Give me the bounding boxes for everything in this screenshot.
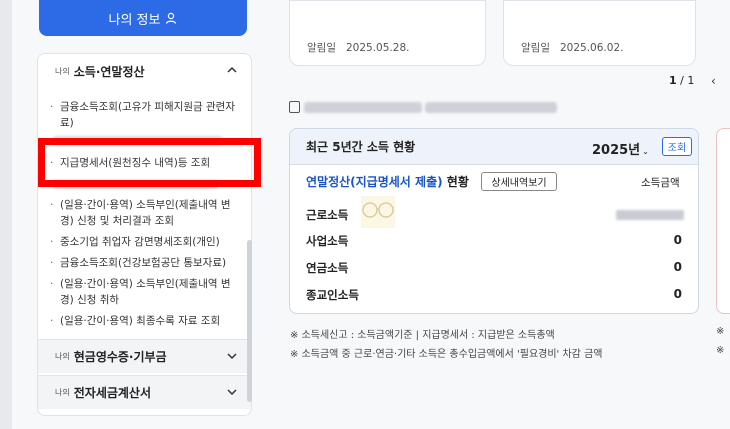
notice-date-value: 2025.06.02.	[560, 42, 624, 54]
watermark-logo	[360, 195, 396, 241]
section-prefix: 나의	[55, 388, 70, 397]
income-card-title: 최근 5년간 소득 현황	[306, 140, 416, 154]
chevron-left-icon[interactable]: ‹	[711, 74, 716, 88]
left-edge-strip	[0, 0, 12, 429]
adjacent-card[interactable]	[716, 128, 730, 314]
blurred-title	[425, 102, 557, 113]
income-row-value: 0	[673, 260, 682, 274]
my-info-button[interactable]: 나의 정보	[39, 0, 247, 36]
chevron-down-icon: ⌄	[642, 147, 649, 156]
page: 나의 정보 나의 소득·연말정산 금융소득조회(고유가 피해지원금 관련자료) …	[0, 0, 730, 429]
section-title: 전자세금계산서	[73, 386, 152, 400]
income-row-label: 종교인소득	[306, 288, 359, 302]
notice-card[interactable]: 알림일 2025.05.28.	[289, 0, 486, 66]
section-prefix: 나의	[55, 352, 70, 361]
footnote: ※ 소득금액 중 근로·연금·기타 소득은 총수입금액에서 '필요경비' 차감 …	[290, 349, 603, 360]
notice-date: 알림일 2025.06.02.	[521, 40, 623, 55]
year-value: 2025년	[592, 143, 641, 158]
section-cash-receipt-header[interactable]: 나의 현금영수증·기부금	[38, 339, 251, 373]
detail-view-button[interactable]: 상세내역보기	[481, 172, 557, 191]
blurred-title	[304, 102, 422, 113]
sidebar-menu-panel: 나의 소득·연말정산 금융소득조회(고유가 피해지원금 관련자료) 지급명세서(…	[37, 53, 252, 416]
menu-item-health-insurance-income[interactable]: 금융소득조회(건강보험공단 통보자료)	[50, 255, 238, 271]
section-title: 현금영수증·기부금	[73, 350, 167, 364]
menu-item-income-denial-request[interactable]: (일용·간이·용역) 소득부인(제출내역 변경) 신청 및 처리결과 조회	[50, 197, 238, 229]
footnote: ※ 소득세신고 : 소득금액기준 | 지급명세서 : 지급받은 소득총액	[290, 330, 555, 341]
document-icon	[289, 101, 300, 113]
year-end-title: 연말정산(지급명세서 제출) 현황	[306, 173, 469, 190]
my-info-label: 나의 정보	[108, 12, 161, 28]
income-row-label: 근로소득	[306, 208, 349, 222]
income-row-value: 0	[673, 287, 682, 301]
section-e-tax-invoice-header[interactable]: 나의 전자세금계산서	[38, 375, 251, 409]
user-icon	[166, 12, 177, 24]
income-row-value: 0	[673, 233, 682, 247]
menu-item-final-records[interactable]: (일용·간이·용역) 최종수록 자료 조회	[50, 313, 238, 329]
section-prefix: 나의	[55, 66, 70, 76]
chevron-down-icon	[227, 389, 237, 396]
menu-item-sme-reduction[interactable]: 중소기업 취업자 감면명세조회(개인)	[50, 234, 238, 250]
notice-date-value: 2025.05.28.	[346, 42, 410, 54]
menu-item-income-denial-cancel[interactable]: (일용·간이·용역) 소득부인(제출내역 변경) 신청 취하	[50, 276, 238, 308]
notice-date: 알림일 2025.05.28.	[307, 40, 409, 55]
sidebar: 나의 정보 나의 소득·연말정산 금융소득조회(고유가 피해지원금 관련자료) …	[37, 0, 252, 429]
notice-card[interactable]: 알림일 2025.06.02.	[503, 0, 696, 66]
side-footnote: ※	[716, 345, 725, 356]
amount-column-header: 소득금액	[641, 177, 680, 189]
section-title: 소득·연말정산	[73, 64, 145, 79]
year-select[interactable]: 2025년 ⌄	[592, 139, 649, 158]
chevron-down-icon	[227, 353, 237, 360]
chevron-up-icon	[227, 66, 237, 73]
menu-item-financial-income[interactable]: 금융소득조회(고유가 피해지원금 관련자료)	[50, 99, 238, 131]
side-footnote: ※	[716, 326, 725, 337]
notice-date-label: 알림일	[521, 42, 550, 54]
sidebar-scrollbar[interactable]	[247, 240, 252, 402]
notice-date-label: 알림일	[307, 42, 336, 54]
income-status-card: 최근 5년간 소득 현황 2025년 ⌄ 조회 연말정산(지급명세서 제출) 현황…	[289, 128, 699, 314]
lookup-button[interactable]: 조회	[662, 137, 692, 156]
page-total: 1	[687, 74, 695, 87]
income-row-label: 연금소득	[306, 261, 349, 275]
blurred-income-value	[616, 210, 684, 220]
page-current: 1	[669, 74, 677, 87]
section-income-header[interactable]: 나의 소득·연말정산	[38, 54, 251, 88]
income-row-label: 사업소득	[306, 234, 349, 248]
year-end-suffix: 현황	[446, 175, 469, 189]
highlight-box	[38, 138, 261, 187]
page-separator: /	[680, 74, 684, 87]
year-end-link[interactable]: 연말정산(지급명세서 제출)	[306, 175, 443, 189]
pagination: 1 / 1	[669, 74, 694, 87]
